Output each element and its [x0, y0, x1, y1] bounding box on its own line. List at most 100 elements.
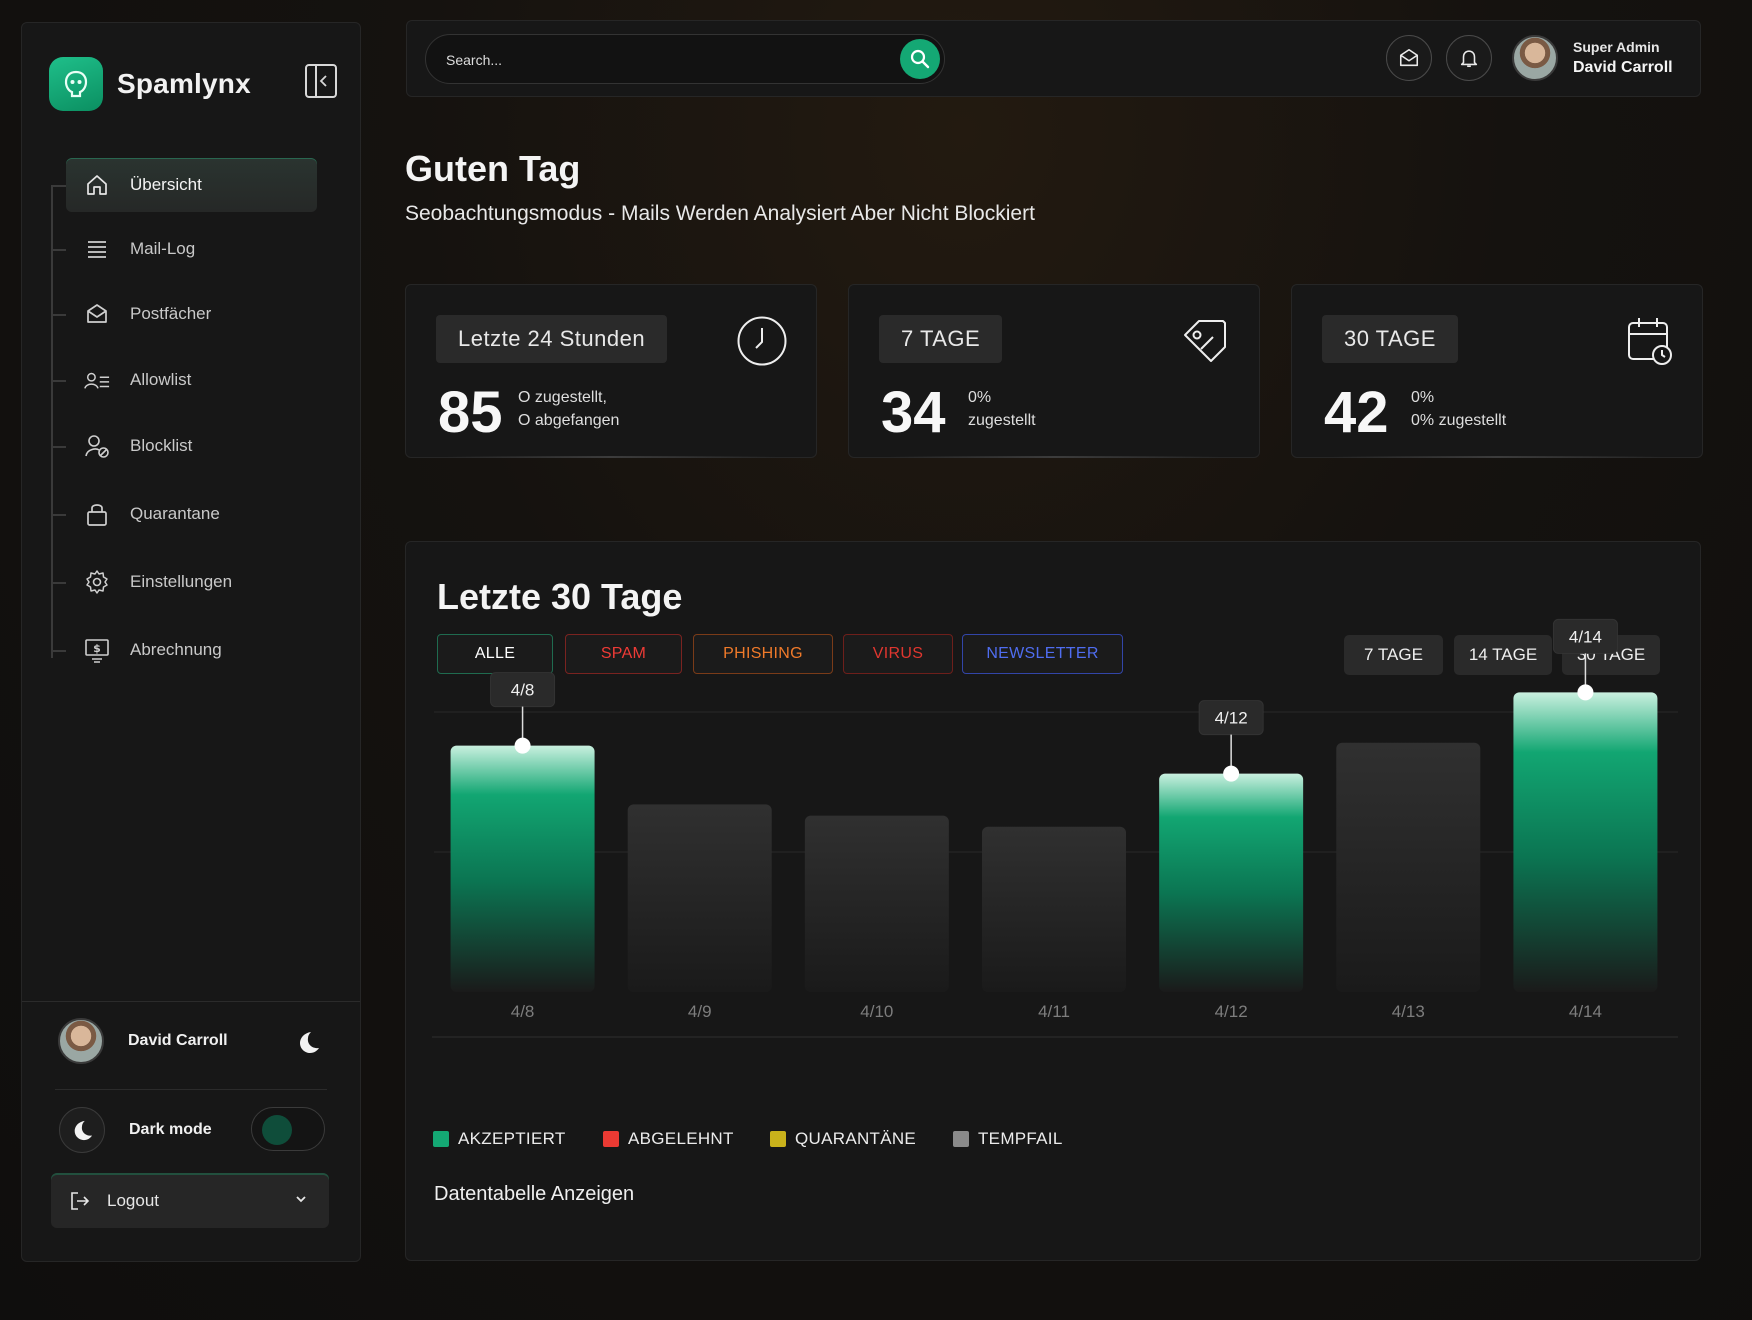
data-point [1223, 765, 1240, 782]
notification-button[interactable] [1446, 35, 1492, 81]
stat-detail: 0% [1411, 389, 1435, 406]
stat-value: 85 [438, 380, 503, 445]
x-tick-label: 4/8 [511, 1002, 535, 1021]
divider [22, 1001, 360, 1002]
legend-item-abgelehnt[interactable]: ABGELEHNT [603, 1129, 734, 1149]
x-tick-label: 4/12 [1215, 1002, 1248, 1021]
sidebar-item-label: Mail-Log [130, 239, 196, 258]
logout-icon [71, 1191, 90, 1210]
clock-icon [736, 315, 788, 372]
bell-icon [1460, 50, 1478, 68]
user-name: David Carroll [1573, 59, 1673, 76]
dark-mode-label: Dark mode [129, 1121, 212, 1138]
sidebar-item-label: Blocklist [130, 436, 193, 455]
x-tick-label: 4/13 [1392, 1002, 1425, 1021]
legend-label: AKZEPTIERT [458, 1129, 566, 1148]
stat-card-30d: 30 TAGE 42 0% 0% zugestellt [1291, 284, 1703, 458]
legend-item-quarantaene[interactable]: QUARANTÄNE [770, 1129, 916, 1149]
billing-icon: $ [84, 637, 110, 663]
home-icon [84, 172, 110, 198]
moon-icon [59, 1107, 105, 1153]
mail-icon [1399, 48, 1419, 67]
chevron-left-icon [319, 75, 327, 87]
legend-item-tempfail[interactable]: TEMPFAIL [953, 1129, 1063, 1149]
sidebar: Spamlynx Übersicht Mail-Log Postfächer A… [21, 22, 361, 1262]
bar-4-14 [1513, 692, 1658, 992]
stat-value: 34 [881, 380, 946, 445]
brand[interactable]: Spamlynx [49, 57, 251, 111]
sidebar-item-einstellungen[interactable]: Einstellungen [52, 555, 317, 609]
x-tick-label: 4/9 [688, 1002, 712, 1021]
search-input[interactable] [446, 49, 866, 71]
user-role: Super Admin [1573, 39, 1660, 55]
stat-card-7d: 7 TAGE 34 0% zugestellt [848, 284, 1260, 458]
user-list-icon [84, 367, 110, 393]
legend-label: ABGELEHNT [628, 1129, 734, 1148]
sidebar-item-postfaecher[interactable]: Postfächer [52, 287, 317, 341]
page-subtitle: Seobachtungsmodus - Mails Werden Analysi… [405, 202, 1035, 225]
avatar[interactable] [1512, 35, 1558, 81]
tooltip-label: 4/14 [1569, 627, 1602, 646]
bar-4-11 [982, 826, 1126, 992]
sidebar-item-label: Quarantane [130, 504, 220, 523]
stat-detail: zugestellt [968, 412, 1036, 429]
mailbox-icon [84, 301, 110, 327]
lock-icon [84, 501, 110, 527]
sidebar-item-quarantane[interactable]: Quarantane [52, 487, 317, 541]
stat-detail: 0% [968, 389, 992, 406]
search-button[interactable] [900, 39, 940, 79]
sidebar-item-abrechnung[interactable]: $ Abrechnung [52, 623, 317, 677]
legend-item-akzeptiert[interactable]: AKZEPTIERT [433, 1129, 566, 1149]
legend-label: QUARANTÄNE [795, 1129, 917, 1148]
sidebar-item-label: Postfächer [130, 304, 212, 323]
nav-rail [51, 185, 53, 658]
sidebar-collapse-button[interactable] [305, 64, 337, 98]
stat-detail: O abgefangen [518, 412, 620, 429]
stat-label: 7 TAGE [879, 315, 1003, 363]
bar-chart: 4/8 4/9 4/10 4/11 4/12 4/13 4/14 4/8 4/12 4/14 [432, 618, 1678, 1038]
moon-icon[interactable] [296, 1030, 320, 1059]
data-point [514, 737, 531, 754]
bar-4-10 [804, 815, 949, 992]
topbar: Super Admin David Carroll [406, 20, 1701, 97]
data-point [1577, 684, 1594, 701]
chevron-down-icon [296, 1196, 306, 1203]
mail-button[interactable] [1386, 35, 1432, 81]
sidebar-user[interactable]: David Carroll [58, 1018, 228, 1064]
tag-icon [1179, 315, 1231, 372]
bar-4-12 [1159, 773, 1304, 992]
data-table-link[interactable]: Datentabelle Anzeigen [434, 1183, 634, 1206]
sidebar-item-allowlist[interactable]: Allowlist [52, 353, 317, 407]
dark-mode-toggle[interactable] [251, 1107, 325, 1151]
avatar [58, 1018, 104, 1064]
bar-4-9 [627, 804, 772, 992]
stat-label: Letzte 24 Stunden [436, 315, 668, 363]
page-title: Guten Tag [405, 148, 581, 189]
user-block-icon [84, 433, 110, 459]
stat-card-24h: Letzte 24 Stunden 85 O zugestellt, O abg… [405, 284, 817, 458]
sidebar-item-mail-log[interactable]: Mail-Log [52, 222, 317, 276]
bar-4-13 [1336, 742, 1481, 992]
logout-button[interactable]: Logout [51, 1173, 329, 1228]
svg-text:$: $ [93, 642, 101, 655]
brand-name: Spamlynx [117, 68, 251, 99]
stat-detail: 0% zugestellt [1411, 412, 1507, 429]
sidebar-item-uebersicht[interactable]: Übersicht [52, 158, 317, 212]
legend-swatch [603, 1131, 619, 1147]
brand-logo-icon [49, 57, 103, 111]
tooltip-label: 4/8 [511, 681, 535, 700]
sidebar-item-label: Allowlist [130, 370, 192, 389]
logout-label: Logout [107, 1190, 159, 1210]
sidebar-item-label: Abrechnung [130, 640, 222, 659]
dark-mode-row: Dark mode [59, 1107, 212, 1153]
list-icon [84, 236, 110, 262]
x-tick-label: 4/10 [860, 1002, 893, 1021]
search-box [425, 34, 945, 84]
divider [55, 1089, 327, 1090]
legend-label: TEMPFAIL [978, 1129, 1063, 1148]
bar-4-8 [450, 745, 595, 992]
sidebar-item-blocklist[interactable]: Blocklist [52, 419, 317, 473]
sidebar-item-label: Übersicht [130, 175, 202, 194]
x-tick-label: 4/11 [1038, 1002, 1070, 1021]
tooltip-label: 4/12 [1215, 709, 1248, 728]
